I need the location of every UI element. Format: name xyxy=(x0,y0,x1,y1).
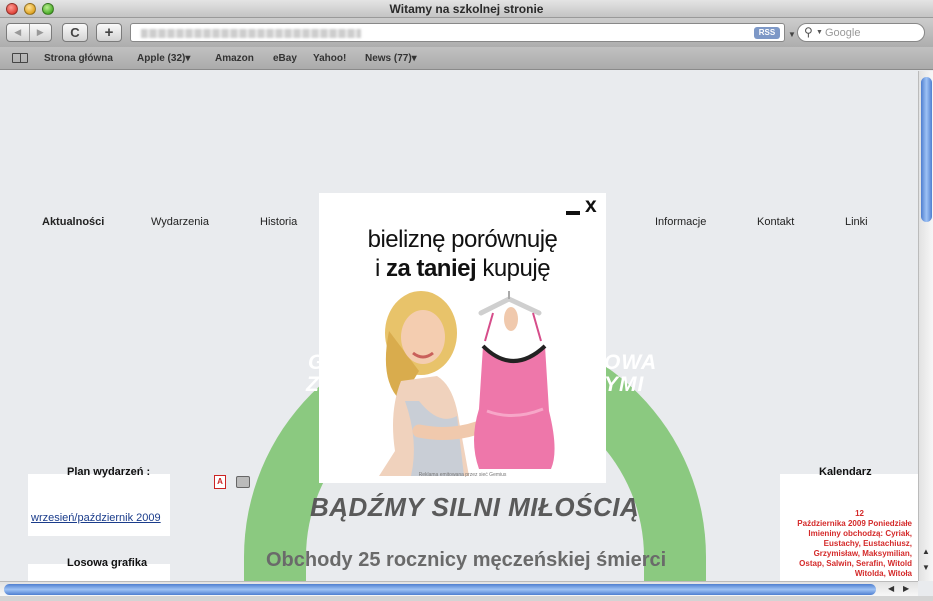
search-placeholder: Google xyxy=(825,27,861,39)
events-title: Plan wydarzeń : xyxy=(67,466,151,478)
horizontal-scrollbar[interactable]: ◀ ▶ xyxy=(0,581,918,596)
window-title: Witamy na szkolnej stronie xyxy=(389,2,544,16)
ad-headline-line1: bieliznę porównuję xyxy=(367,226,558,253)
scroll-left-icon[interactable]: ◀ xyxy=(888,584,894,593)
browser-toolbar: ◀ ▶ C + RSS ▼ ⚲ ▼ Google xyxy=(0,18,933,47)
bookmark-news[interactable]: News (77)▾ xyxy=(365,53,417,64)
add-bookmark-button[interactable]: + xyxy=(96,23,122,42)
rss-button[interactable]: RSS xyxy=(754,27,780,39)
bookmark-amazon[interactable]: Amazon xyxy=(215,53,254,64)
search-icon: ⚲ xyxy=(804,25,813,39)
graphic-title: Losowa grafika xyxy=(67,557,148,569)
bookmark-apple[interactable]: Apple (32)▾ xyxy=(137,53,190,64)
close-ad-button[interactable]: x xyxy=(585,195,597,216)
plus-icon: + xyxy=(104,24,114,41)
nav-wydarzenia[interactable]: Wydarzenia xyxy=(151,216,209,228)
back-arrow-icon[interactable]: ◀ xyxy=(7,27,29,38)
forward-arrow-icon[interactable]: ▶ xyxy=(30,27,52,38)
bookmarks-bar: Strona główna Apple (32)▾ Amazon eBay Ya… xyxy=(0,47,933,70)
calendar-line: Października 2009 Poniedziałe xyxy=(797,519,912,528)
scroll-down-icon[interactable]: ▼ xyxy=(922,563,930,572)
article-subhead: Obchody 25 rocznicy męczeńskiej śmierci xyxy=(266,549,667,571)
ad-headline-line2: i za taniej kupuję xyxy=(319,255,606,283)
nav-aktualnosci[interactable]: Aktualności xyxy=(42,216,104,228)
title-bar: Witamy na szkolnej stronie xyxy=(0,0,933,18)
chevron-down-icon: ▼ xyxy=(816,29,823,36)
calendar-title: Kalendarz xyxy=(819,466,872,478)
back-forward-buttons[interactable]: ◀ ▶ xyxy=(6,23,52,42)
banner-text-right-top: OWA xyxy=(604,351,658,374)
ad-line2-bold: za taniej xyxy=(385,255,477,282)
print-icon[interactable] xyxy=(236,476,250,488)
calendar-line: Imieniny obchodzą: Cyriak, xyxy=(808,529,912,538)
nav-historia[interactable]: Historia xyxy=(260,216,297,228)
events-link[interactable]: wrzesień/październik 2009 xyxy=(31,512,161,524)
bookmark-yahoo[interactable]: Yahoo! xyxy=(313,53,346,64)
banner-text-left-bottom: Z xyxy=(306,373,320,396)
ad-line2-pre: i xyxy=(374,255,386,282)
article-headline: BĄDŹMY SILNI MIŁOŚCIĄ xyxy=(310,492,640,522)
vertical-scrollbar[interactable]: ▲ ▼ xyxy=(918,71,933,581)
calendar-line: Witolda, Witoła xyxy=(854,569,912,578)
ad-footer: Reklama emitowana przez sieć Gemius xyxy=(418,472,507,478)
nav-informacje[interactable]: Informacje xyxy=(655,216,706,228)
pdf-icon[interactable]: A xyxy=(214,475,226,489)
status-bar xyxy=(0,596,933,601)
vertical-scroll-thumb[interactable] xyxy=(921,77,932,222)
calendar-day: 12 xyxy=(855,509,864,518)
calendar-line: Grzymisław, Maksymilian, xyxy=(813,549,912,558)
nav-linki[interactable]: Linki xyxy=(845,216,868,228)
scroll-up-icon[interactable]: ▲ xyxy=(922,547,930,556)
book-icon[interactable] xyxy=(12,53,28,63)
ad-model-image xyxy=(379,291,555,476)
calendar-line: Ostap, Salwin, Serafin, Witold xyxy=(799,559,912,568)
advertisement-popup[interactable]: x bieliznę porównuję i za taniej kupuję … xyxy=(319,193,606,483)
reload-button[interactable]: C xyxy=(62,23,88,42)
address-bar[interactable]: RSS xyxy=(130,23,785,42)
scroll-right-icon[interactable]: ▶ xyxy=(903,584,909,593)
search-field[interactable]: ⚲ ▼ Google xyxy=(797,23,925,42)
banner-text-right-bottom: YMI xyxy=(604,373,645,396)
events-panel xyxy=(28,474,170,536)
reload-icon: C xyxy=(70,25,80,40)
url-dropdown-icon[interactable]: ▼ xyxy=(788,30,796,39)
ad-line2-post: kupuję xyxy=(476,255,551,282)
horizontal-scroll-thumb[interactable] xyxy=(4,584,876,595)
minimize-ad-button[interactable] xyxy=(566,211,580,215)
calendar-line: Eustachy, Eustachiusz, xyxy=(823,539,912,548)
nav-kontakt[interactable]: Kontakt xyxy=(757,216,794,228)
blurred-url-text xyxy=(141,29,361,38)
bookmark-strona-glowna[interactable]: Strona główna xyxy=(44,53,113,64)
bookmark-ebay[interactable]: eBay xyxy=(273,53,297,64)
